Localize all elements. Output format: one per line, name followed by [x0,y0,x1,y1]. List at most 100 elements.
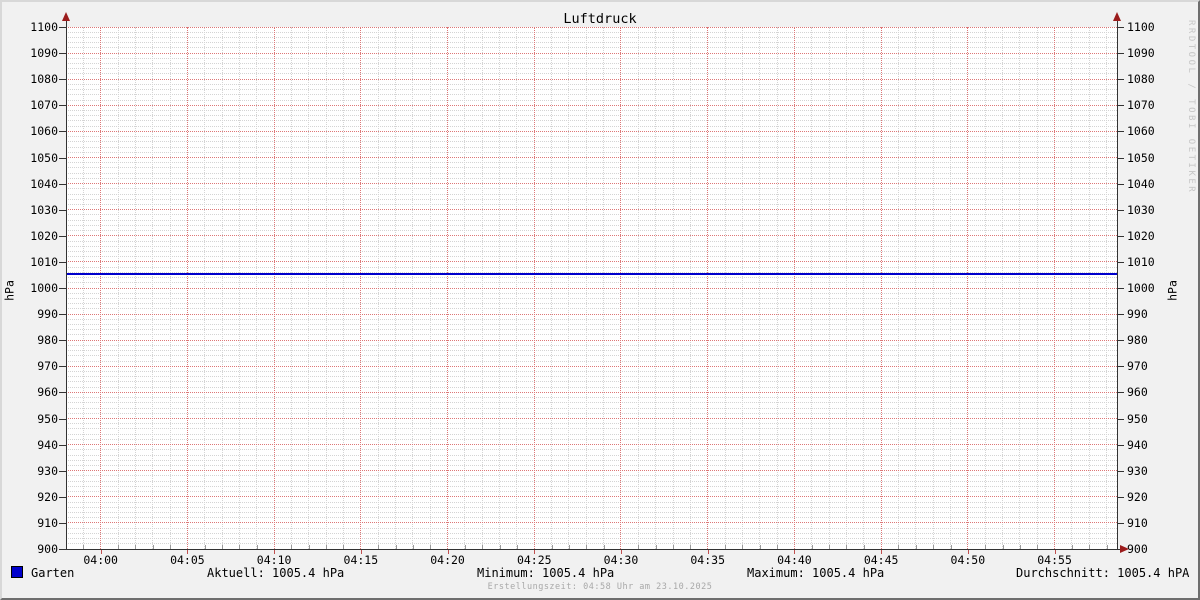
y-axis-label-left: 1050 [6,152,58,164]
gridline-minor-h [66,42,1117,43]
gridline-minor-h [66,84,1117,85]
gridline-major-h [66,470,1117,471]
y-axis-tick-right [1117,340,1124,341]
y-axis-label-right: 1050 [1127,152,1179,164]
gridline-minor-h [66,256,1117,257]
gridline-minor-h [66,308,1117,309]
y-axis-label-left: 940 [6,439,58,451]
y-axis-unit-right: hPa [1167,278,1180,304]
y-axis-label-right: 920 [1127,491,1179,503]
y-axis-tick-left [59,210,66,211]
gridline-major-h [66,522,1117,523]
gridline-major-h [66,53,1117,54]
gridline-minor-h [66,162,1117,163]
y-axis-label-left: 1060 [6,125,58,137]
y-axis-tick-right [1117,158,1124,159]
gridline-minor-h [66,230,1117,231]
gridline-major-h [66,157,1117,158]
y-axis-tick-right [1117,105,1124,106]
gridline-minor-h [66,199,1117,200]
gridline-minor-h [66,502,1117,503]
y-axis-label-left: 1090 [6,47,58,59]
gridline-minor-h [66,455,1117,456]
gridline-minor-h [66,491,1117,492]
gridline-major-h [66,79,1117,80]
y-axis-tick-right [1117,288,1124,289]
gridline-minor-h [66,73,1117,74]
y-axis-label-left: 930 [6,465,58,477]
axis-arrow-right-icon [1120,545,1129,553]
gridline-major-h [66,418,1117,419]
gridline-minor-h [66,110,1117,111]
gridline-minor-h [66,533,1117,534]
gridline-major-h [66,183,1117,184]
y-axis-tick-left [59,340,66,341]
y-axis-tick-right [1117,497,1124,498]
rrdtool-graph-luftdruck: 9009009109109209209309309409409509509609… [0,0,1200,600]
y-axis-label-right: 960 [1127,386,1179,398]
gridline-major-v [274,27,275,549]
y-axis-label-right: 930 [1127,465,1179,477]
gridline-minor-h [66,246,1117,247]
y-axis-tick-right [1117,445,1124,446]
x-axis-label: 04:45 [851,554,911,566]
y-axis-tick-left [59,131,66,132]
y-axis-tick-right [1117,523,1124,524]
gridline-minor-h [66,543,1117,544]
y-axis-label-left: 1080 [6,73,58,85]
gridline-minor-h [66,334,1117,335]
gridline-major-v [447,27,448,549]
x-axis-label: 04:55 [1025,554,1085,566]
gridline-major-h [66,131,1117,132]
stat-aktuell: Aktuell: 1005.4 hPa [207,566,344,580]
y-axis-label-left: 1030 [6,204,58,216]
y-axis-label-left: 910 [6,517,58,529]
gridline-minor-h [66,423,1117,424]
y-axis-label-left: 900 [6,543,58,555]
y-axis-label-right: 1090 [1127,47,1179,59]
y-axis-label-right: 950 [1127,413,1179,425]
y-axis-label-left: 960 [6,386,58,398]
gridline-minor-h [66,220,1117,221]
gridline-major-v [534,27,535,549]
y-axis-tick-left [59,445,66,446]
y-axis-tick-right [1117,53,1124,54]
y-axis-label-left: 1020 [6,230,58,242]
series-line-garten [66,273,1117,275]
gridline-minor-h [66,324,1117,325]
y-axis-tick-left [59,158,66,159]
gridline-minor-h [66,481,1117,482]
gridline-minor-h [66,371,1117,372]
gridline-major-h [66,314,1117,315]
x-axis-label: 04:30 [591,554,651,566]
gridline-minor-h [66,63,1117,64]
y-axis-tick-right [1117,262,1124,263]
y-axis-label-left: 1070 [6,99,58,111]
x-axis-label: 04:15 [331,554,391,566]
gridline-minor-h [66,319,1117,320]
y-axis-tick-left [59,79,66,80]
gridline-minor-h [66,355,1117,356]
gridline-major-v [881,27,882,549]
gridline-minor-h [66,225,1117,226]
gridline-minor-h [66,282,1117,283]
gridline-minor-h [66,141,1117,142]
y-axis-tick-left [59,105,66,106]
y-axis-label-right: 910 [1127,517,1179,529]
gridline-minor-h [66,512,1117,513]
gridline-minor-h [66,68,1117,69]
y-axis-tick-left [59,288,66,289]
gridline-major-h [66,105,1117,106]
gridline-minor-h [66,37,1117,38]
gridline-major-h [66,392,1117,393]
gridline-minor-h [66,115,1117,116]
gridline-minor-h [66,408,1117,409]
gridline-minor-h [66,507,1117,508]
y-axis-tick-left [59,184,66,185]
gridline-minor-h [66,434,1117,435]
gridline-major-h [66,288,1117,289]
y-axis-tick-right [1117,419,1124,420]
x-axis [61,549,1121,550]
gridline-major-h [66,235,1117,236]
y-axis-tick-right [1117,184,1124,185]
